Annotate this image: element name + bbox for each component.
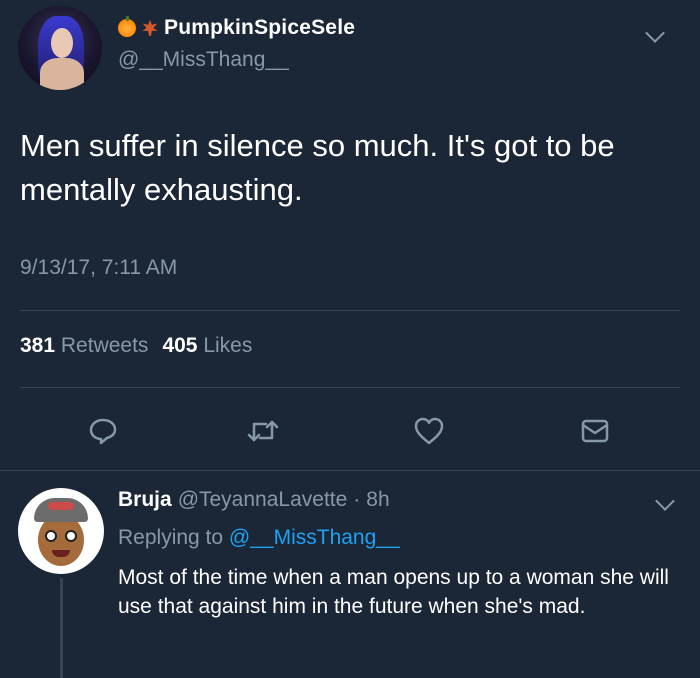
divider xyxy=(20,310,680,311)
author-avatar[interactable] xyxy=(18,6,102,90)
retweets-count: 381 xyxy=(20,334,56,357)
replying-to: Replying to @__MissThang__ xyxy=(118,526,400,550)
author-display-name[interactable]: PumpkinSpiceSele xyxy=(164,16,355,40)
replying-mention-link[interactable]: @__MissThang__ xyxy=(229,526,400,549)
message-icon xyxy=(581,419,609,443)
divider xyxy=(20,387,680,388)
chevron-down-icon[interactable] xyxy=(645,23,665,43)
thread-line xyxy=(60,578,63,678)
reply-header: Bruja @TeyannaLavette · 8h xyxy=(118,488,390,512)
likes-stat[interactable]: 405 Likes xyxy=(162,334,252,358)
reply-author-avatar[interactable] xyxy=(18,488,104,574)
chevron-down-icon[interactable] xyxy=(655,491,675,511)
replying-prefix: Replying to xyxy=(118,526,224,549)
reply-handle[interactable]: @TeyannaLavette xyxy=(178,488,348,512)
tweet-actions xyxy=(0,404,700,458)
jack-o-lantern-icon xyxy=(118,16,136,37)
reply-display-name[interactable]: Bruja xyxy=(118,488,172,512)
like-button[interactable] xyxy=(402,404,456,458)
author-handle[interactable]: @__MissThang__ xyxy=(118,48,289,72)
likes-count: 405 xyxy=(162,334,198,357)
retweet-icon xyxy=(247,420,279,442)
separator-dot: · xyxy=(353,488,361,511)
retweets-label: Retweets xyxy=(60,334,149,357)
divider xyxy=(0,470,700,471)
retweet-button[interactable] xyxy=(236,404,290,458)
reply-time[interactable]: 8h xyxy=(366,488,389,512)
reply-button[interactable] xyxy=(76,404,130,458)
likes-label: Likes xyxy=(203,334,253,357)
tweet-stats: 381 Retweets 405 Likes xyxy=(20,334,252,358)
tweet-timestamp[interactable]: 9/13/17, 7:11 AM xyxy=(20,256,177,280)
author-name-row[interactable]: PumpkinSpiceSele xyxy=(118,14,355,42)
reply-icon xyxy=(89,418,117,445)
tweet-text: Men suffer in silence so much. It's got … xyxy=(20,128,615,207)
reply-text: Most of the time when a man opens up to … xyxy=(118,566,669,618)
retweets-stat[interactable]: 381 Retweets xyxy=(20,334,148,358)
like-icon xyxy=(414,417,444,445)
maple-leaf-icon xyxy=(142,20,158,36)
message-button[interactable] xyxy=(568,404,622,458)
